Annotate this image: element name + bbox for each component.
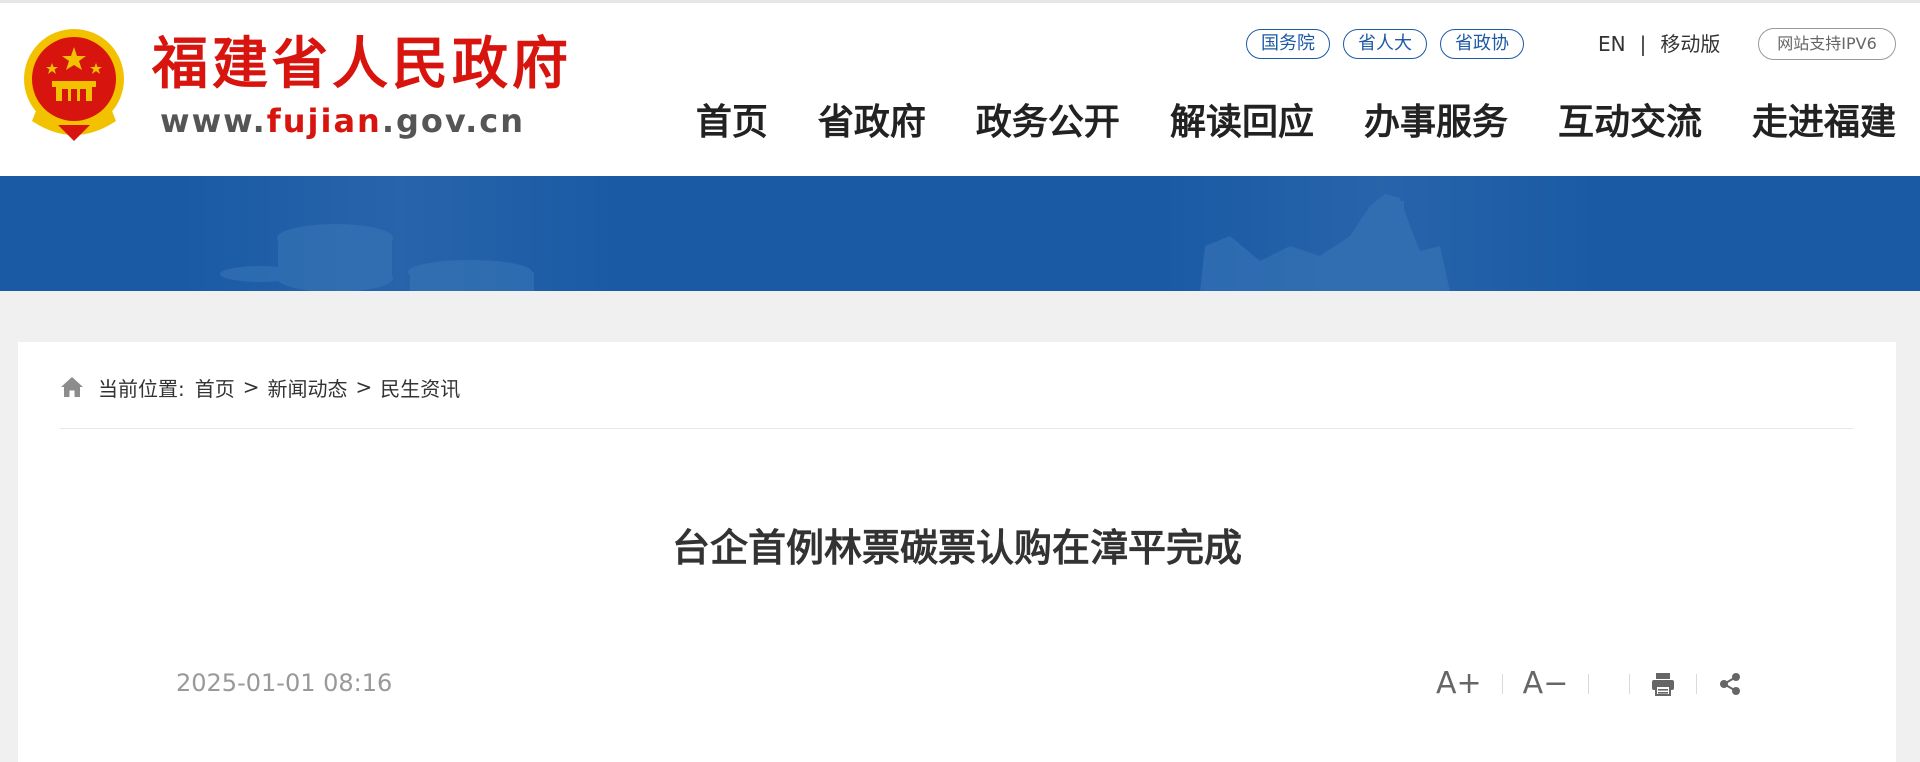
breadcrumb-home[interactable]: 首页 [195, 373, 235, 402]
font-decrease-button[interactable]: A− [1523, 662, 1569, 706]
breadcrumb-livelihood[interactable]: 民生资讯 [380, 373, 460, 402]
nav-interpretation[interactable]: 解读回应 [1170, 95, 1314, 151]
print-icon [1652, 673, 1675, 696]
tool-divider [1588, 674, 1590, 694]
nav-provincial-government[interactable]: 省政府 [818, 95, 926, 151]
link-state-council[interactable]: 国务院 [1246, 29, 1330, 59]
article-card: 当前位置: 首页 > 新闻动态 > 民生资讯 台企首例林票碳票认购在漳平完成 2… [18, 342, 1896, 762]
font-increase-button[interactable]: A+ [1436, 662, 1482, 706]
site-url[interactable]: www.fujian.gov.cn [160, 99, 525, 143]
breadcrumb-separator: > [242, 375, 260, 399]
home-icon [61, 377, 83, 397]
article-title: 台企首例林票碳票认购在漳平完成 [671, 526, 1242, 570]
ipv6-badge: 网站支持IPV6 [1758, 28, 1896, 60]
tool-divider [1629, 674, 1631, 694]
publish-time: 2025-01-01 08:16 [176, 669, 393, 697]
banner-landmarks-image [220, 194, 1450, 291]
share-icon [1720, 673, 1741, 695]
site-header: 福建省人民政府 www.fujian.gov.cn 国务院 省人大 省政协 EN… [0, 0, 1920, 176]
tool-divider [1696, 674, 1698, 694]
national-emblem-icon[interactable] [18, 25, 130, 143]
english-link[interactable]: EN [1598, 32, 1626, 56]
nav-services[interactable]: 办事服务 [1364, 95, 1508, 151]
nav-home[interactable]: 首页 [696, 95, 768, 151]
breadcrumb-news[interactable]: 新闻动态 [268, 373, 348, 402]
site-url-suffix: .gov.cn [381, 102, 526, 140]
site-title[interactable]: 福建省人民政府 [152, 29, 572, 99]
breadcrumb-prefix: 当前位置: [98, 376, 185, 401]
site-url-highlight: fujian [266, 102, 382, 140]
mobile-version-link[interactable]: 移动版 [1660, 32, 1720, 56]
article-tools: A+ A− [1436, 662, 1743, 706]
print-button[interactable] [1650, 671, 1676, 697]
link-provincial-congress[interactable]: 省人大 [1343, 29, 1427, 59]
breadcrumb: 当前位置: 首页 > 新闻动态 > 民生资讯 [60, 372, 460, 402]
site-url-prefix: www. [160, 102, 267, 140]
language-switch: EN | 移动版 [1598, 29, 1720, 59]
link-provincial-cppcc[interactable]: 省政协 [1440, 29, 1524, 59]
top-links: 国务院 省人大 省政协 [1246, 29, 1524, 59]
main-nav: 首页 省政府 政务公开 解读回应 办事服务 互动交流 走进福建 [696, 95, 1896, 151]
nav-interaction[interactable]: 互动交流 [1558, 95, 1702, 151]
breadcrumb-separator: > [355, 375, 373, 399]
header-banner [0, 176, 1920, 291]
nav-about-fujian[interactable]: 走进福建 [1752, 95, 1896, 151]
lang-separator: | [1639, 32, 1647, 56]
breadcrumb-divider [60, 428, 1854, 429]
nav-government-affairs[interactable]: 政务公开 [976, 95, 1120, 151]
tool-divider [1501, 674, 1503, 694]
share-button[interactable] [1717, 671, 1743, 697]
